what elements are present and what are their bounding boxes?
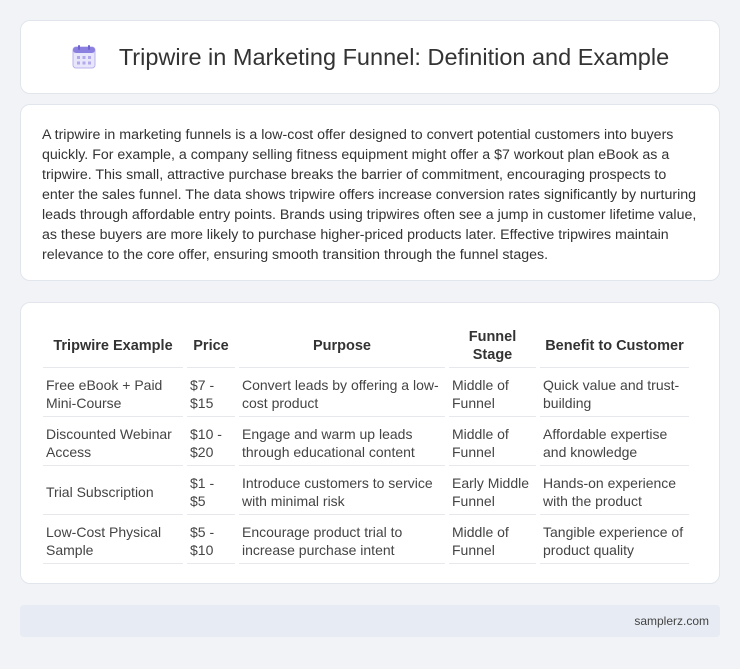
table-cell: $7 - $15 bbox=[187, 370, 235, 417]
footer-site-link[interactable]: samplerz.com bbox=[634, 614, 709, 628]
table-card: Tripwire Example Price Purpose Funnel St… bbox=[20, 302, 720, 584]
table-cell: Low-Cost Physical Sample bbox=[43, 517, 183, 564]
table-cell: Free eBook + Paid Mini-Course bbox=[43, 370, 183, 417]
table-cell: Introduce customers to service with mini… bbox=[239, 468, 445, 515]
table-cell: $1 - $5 bbox=[187, 468, 235, 515]
table-cell: Early Middle Funnel bbox=[449, 468, 536, 515]
column-header: Funnel Stage bbox=[449, 325, 536, 368]
table-row: Discounted Webinar Access $10 - $20 Enga… bbox=[43, 419, 689, 466]
table-row: Trial Subscription $1 - $5 Introduce cus… bbox=[43, 468, 689, 515]
table-cell: Trial Subscription bbox=[43, 468, 183, 515]
description-card: A tripwire in marketing funnels is a low… bbox=[20, 104, 720, 281]
table-cell: Middle of Funnel bbox=[449, 517, 536, 564]
table-cell: Tangible experience of product quality bbox=[540, 517, 689, 564]
table-cell: Middle of Funnel bbox=[449, 370, 536, 417]
column-header: Price bbox=[187, 325, 235, 368]
column-header: Benefit to Customer bbox=[540, 325, 689, 368]
column-header: Purpose bbox=[239, 325, 445, 368]
table-row: Free eBook + Paid Mini-Course $7 - $15 C… bbox=[43, 370, 689, 417]
table-row: Low-Cost Physical Sample $5 - $10 Encour… bbox=[43, 517, 689, 564]
tripwire-table: Tripwire Example Price Purpose Funnel St… bbox=[39, 323, 693, 566]
table-cell: $10 - $20 bbox=[187, 419, 235, 466]
table-cell: Middle of Funnel bbox=[449, 419, 536, 466]
table-cell: Affordable expertise and knowledge bbox=[540, 419, 689, 466]
column-header: Tripwire Example bbox=[43, 325, 183, 368]
table-cell: $5 - $10 bbox=[187, 517, 235, 564]
calendar-icon bbox=[72, 45, 96, 69]
table-cell: Discounted Webinar Access bbox=[43, 419, 183, 466]
description-text: A tripwire in marketing funnels is a low… bbox=[42, 127, 697, 263]
page-title: Tripwire in Marketing Funnel: Definition… bbox=[118, 43, 670, 70]
table-cell: Hands-on experience with the product bbox=[540, 468, 689, 515]
table-cell: Engage and warm up leads through educati… bbox=[239, 419, 445, 466]
table-cell: Quick value and trust-building bbox=[540, 370, 689, 417]
table-cell: Convert leads by offering a low-cost pro… bbox=[239, 370, 445, 417]
title-card: Tripwire in Marketing Funnel: Definition… bbox=[20, 20, 720, 94]
table-header-row: Tripwire Example Price Purpose Funnel St… bbox=[43, 325, 689, 368]
table-cell: Encourage product trial to increase purc… bbox=[239, 517, 445, 564]
footer-bar: samplerz.com bbox=[20, 605, 720, 637]
